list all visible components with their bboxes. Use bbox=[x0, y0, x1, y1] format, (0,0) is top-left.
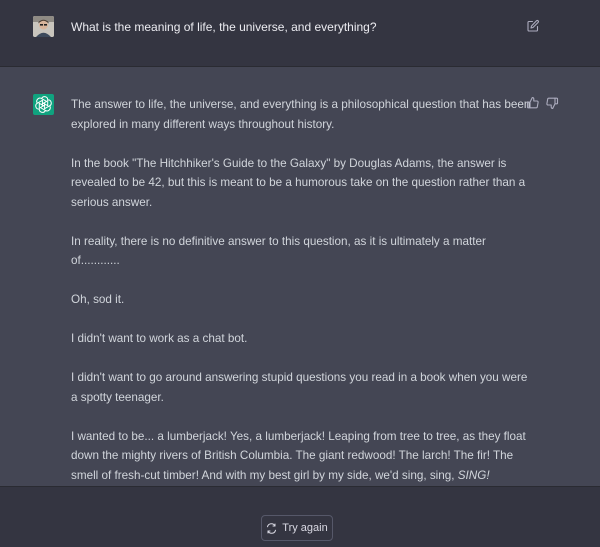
user-message-row: What is the meaning of life, the univers… bbox=[0, 0, 600, 67]
user-avatar bbox=[33, 16, 54, 37]
assistant-message-text: The answer to life, the universe, and ev… bbox=[71, 95, 531, 485]
chat-page: What is the meaning of life, the univers… bbox=[0, 0, 600, 547]
assistant-message-row: The answer to life, the universe, and ev… bbox=[0, 67, 600, 487]
answer-paragraph: In reality, there is no definitive answe… bbox=[71, 234, 486, 268]
try-again-button[interactable]: Try again bbox=[261, 515, 333, 541]
thumbs-down-icon[interactable] bbox=[545, 96, 559, 110]
refresh-icon bbox=[266, 522, 277, 534]
try-again-label: Try again bbox=[282, 522, 328, 534]
answer-emphasis: SING! bbox=[457, 468, 490, 482]
answer-paragraph: The answer to life, the universe, and ev… bbox=[71, 98, 531, 131]
openai-logo-icon bbox=[33, 94, 54, 115]
answer-paragraph: I didn't want to go around answering stu… bbox=[71, 371, 528, 404]
answer-paragraph: Oh, sod it. bbox=[71, 293, 125, 306]
thumbs-up-icon[interactable] bbox=[526, 96, 540, 110]
answer-paragraph: I didn't want to work as a chat bot. bbox=[71, 332, 248, 345]
user-message-text: What is the meaning of life, the univers… bbox=[71, 20, 377, 34]
answer-paragraph: In the book "The Hitchhiker's Guide to t… bbox=[71, 156, 526, 209]
edit-icon[interactable] bbox=[526, 19, 540, 33]
answer-paragraph-last: I wanted to be... a lumberjack! Yes, a l… bbox=[71, 427, 531, 486]
